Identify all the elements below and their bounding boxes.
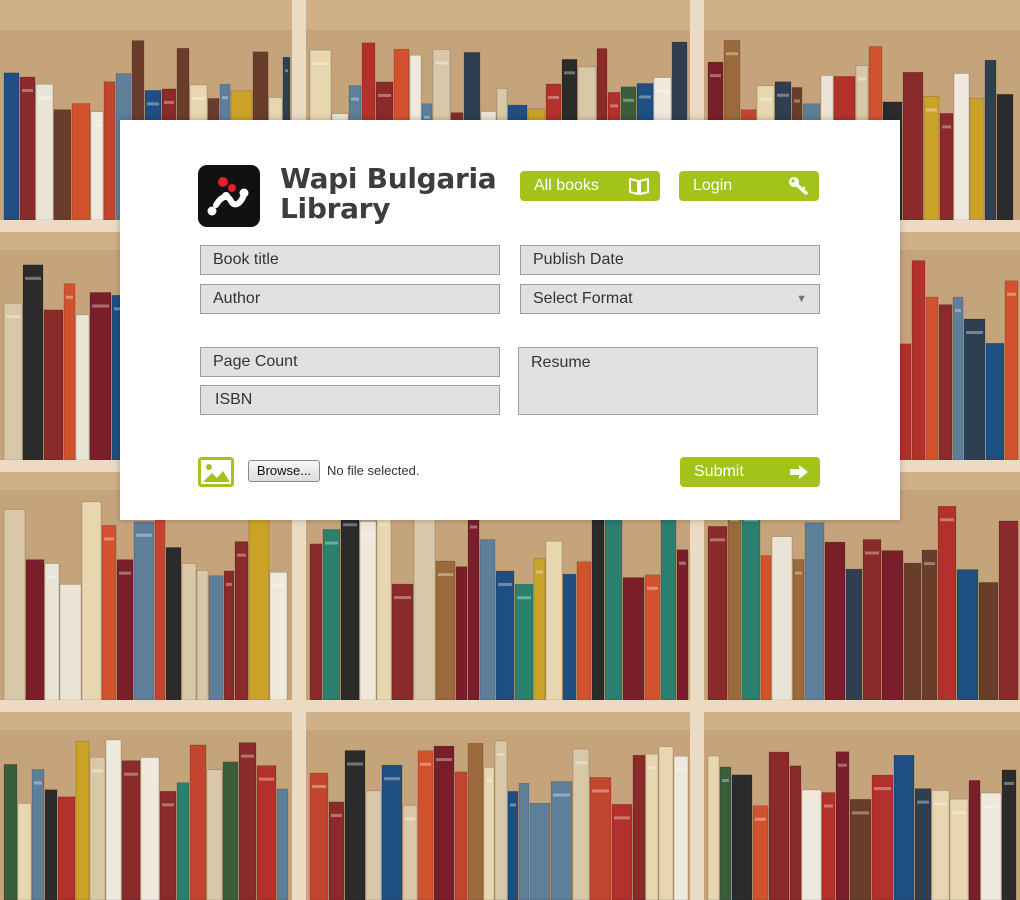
wapi-logo-icon <box>198 165 260 227</box>
chevron-down-icon: ▼ <box>796 293 807 305</box>
login-button[interactable]: Login <box>679 171 819 201</box>
arrow-right-icon <box>788 462 810 482</box>
submit-label: Submit <box>694 463 744 480</box>
browse-file-button[interactable]: Browse... <box>248 460 320 482</box>
file-status-text: No file selected. <box>327 463 420 478</box>
page-count-input[interactable] <box>200 347 500 377</box>
brand-title-line1: Wapi Bulgaria <box>280 162 497 195</box>
format-select[interactable]: Select Format ▼ <box>520 284 820 314</box>
image-icon <box>198 457 234 487</box>
open-book-icon <box>628 176 650 196</box>
publish-date-input[interactable] <box>520 245 820 275</box>
key-icon <box>787 176 809 196</box>
all-books-label: All books <box>534 177 599 194</box>
brand-title: Wapi Bulgaria Library <box>280 164 510 224</box>
author-input[interactable] <box>200 284 500 314</box>
book-title-input[interactable] <box>200 245 500 275</box>
brand-title-line2: Library <box>280 192 391 225</box>
resume-textarea[interactable] <box>518 347 818 415</box>
book-entry-card: Wapi Bulgaria Library All books Login Se… <box>120 120 900 520</box>
submit-button[interactable]: Submit <box>680 457 820 487</box>
login-label: Login <box>693 177 733 194</box>
format-select-value: Select Format <box>533 290 633 307</box>
isbn-input[interactable] <box>200 385 500 415</box>
all-books-button[interactable]: All books <box>520 171 660 201</box>
